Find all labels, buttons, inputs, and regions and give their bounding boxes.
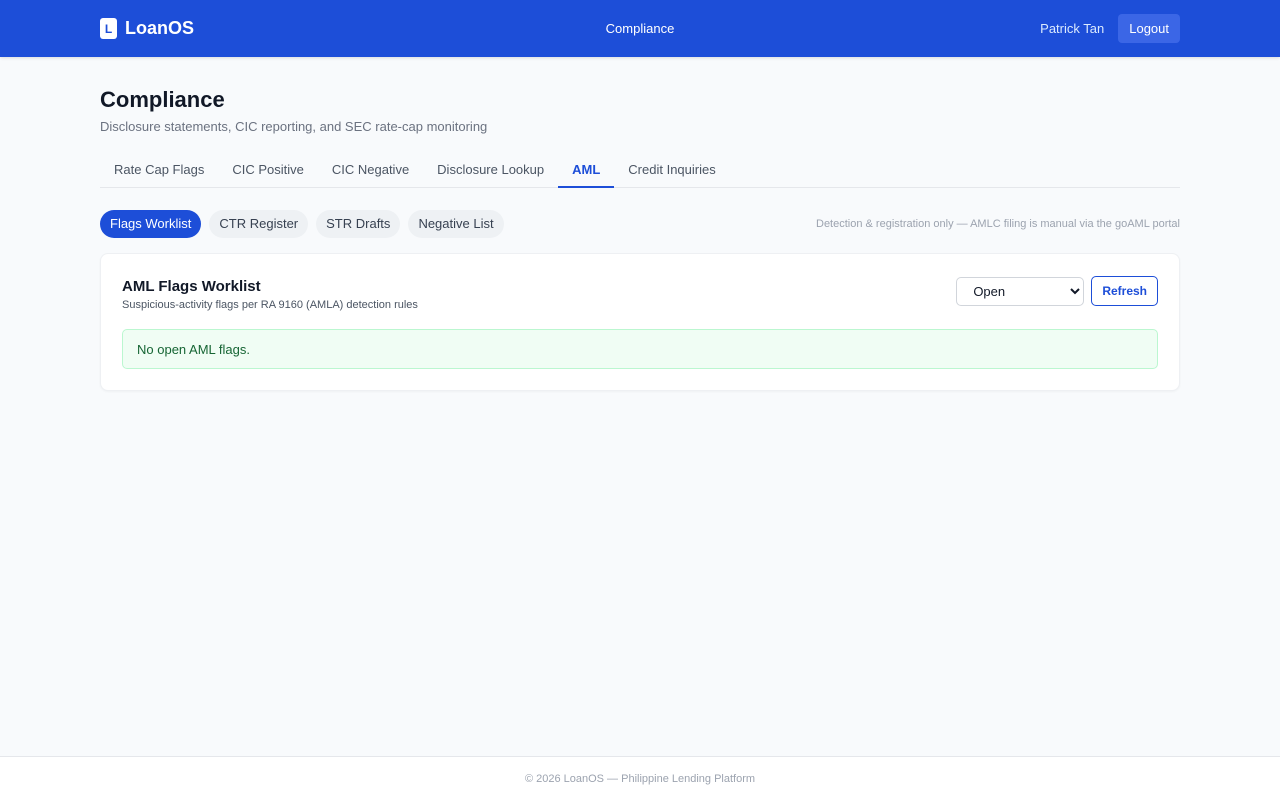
tab-rate-cap-flags[interactable]: Rate Cap Flags — [100, 152, 218, 188]
card-subtitle: Suspicious-activity flags per RA 9160 (A… — [122, 299, 418, 311]
subtab-negative-list[interactable]: Negative List — [408, 209, 504, 238]
aml-filing-note: Detection & registration only — AMLC fil… — [816, 217, 1180, 230]
tab-aml[interactable]: AML — [558, 152, 615, 188]
brand-name: LoanOS — [125, 18, 195, 38]
page-title: Compliance — [100, 87, 225, 112]
tab-credit-inquiries[interactable]: Credit Inquiries — [614, 152, 729, 188]
footer: © 2026 LoanOS — Philippine Lending Platf… — [0, 756, 1280, 800]
brand-logo-icon: L — [100, 18, 117, 39]
tab-disclosure-lookup[interactable]: Disclosure Lookup — [423, 152, 558, 188]
status-filter-select[interactable]: Open — [956, 276, 1085, 306]
aml-subtab-row: Flags Worklist CTR Register STR Drafts N… — [100, 209, 1180, 238]
tab-cic-negative[interactable]: CIC Negative — [318, 152, 423, 188]
card-title: AML Flags Worklist — [122, 278, 261, 295]
logout-button[interactable]: Logout — [1118, 14, 1180, 43]
nav-link-compliance[interactable]: Compliance — [606, 21, 675, 36]
subtab-flags-worklist[interactable]: Flags Worklist — [100, 209, 202, 238]
compliance-tabs: Rate Cap Flags CIC Positive CIC Negative… — [100, 152, 1180, 188]
brand[interactable]: L LoanOS — [100, 18, 194, 39]
empty-state-message: No open AML flags. — [137, 341, 250, 357]
user-name: Patrick Tan — [1040, 21, 1105, 36]
refresh-button[interactable]: Refresh — [1091, 276, 1158, 306]
footer-text: © 2026 LoanOS — Philippine Lending Platf… — [524, 772, 756, 785]
page-subtitle: Disclosure statements, CIC reporting, an… — [100, 119, 488, 134]
main-content: Compliance Disclosure statements, CIC re… — [0, 87, 1280, 391]
subtab-str-drafts[interactable]: STR Drafts — [316, 209, 401, 238]
top-navbar: L LoanOS Compliance Patrick Tan Logout — [0, 0, 1280, 57]
aml-flags-card: AML Flags Worklist Suspicious-activity f… — [100, 253, 1180, 391]
card-header: AML Flags Worklist Suspicious-activity f… — [122, 276, 1158, 311]
subtab-ctr-register[interactable]: CTR Register — [209, 209, 309, 238]
card-actions: Open Refresh — [956, 276, 1158, 306]
empty-state-alert: No open AML flags. — [122, 329, 1158, 369]
user-area: Patrick Tan Logout — [1040, 14, 1180, 43]
tab-cic-positive[interactable]: CIC Positive — [218, 152, 318, 188]
card-heading: AML Flags Worklist Suspicious-activity f… — [122, 276, 418, 311]
